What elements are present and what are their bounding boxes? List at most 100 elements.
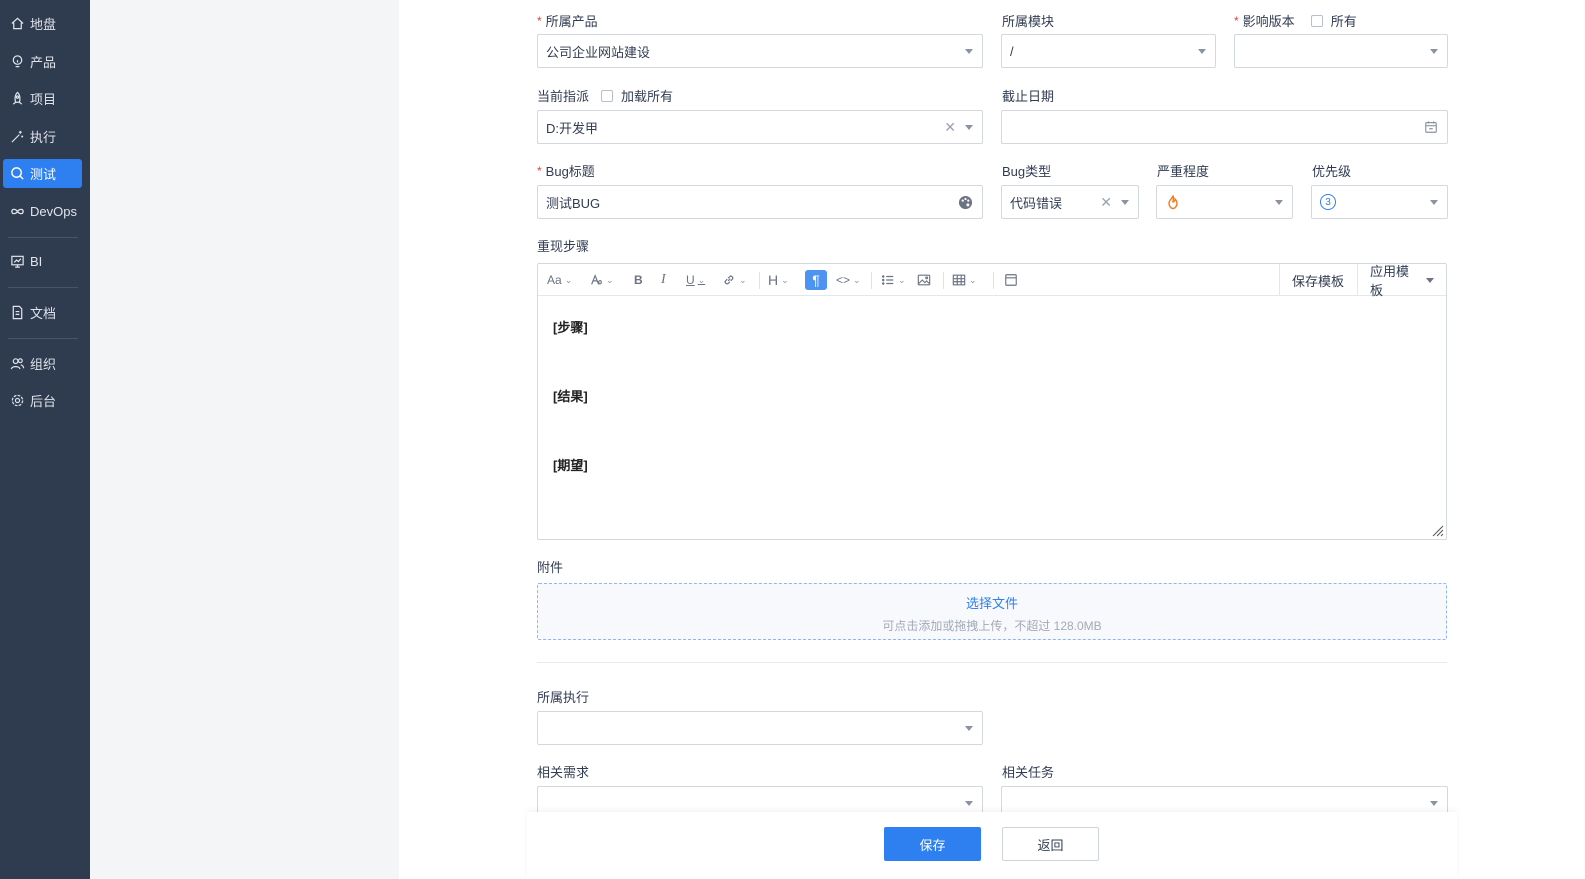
people-icon	[10, 358, 25, 370]
title-label: * Bug标题	[537, 163, 595, 180]
chevron-down-icon	[965, 125, 973, 130]
chevron-down-icon	[1275, 200, 1283, 205]
save-template-button[interactable]: 保存模板	[1279, 264, 1356, 296]
sidebar-item-label: 执行	[30, 130, 57, 145]
rocket-icon	[12, 91, 23, 105]
sidebar-item-label: 组织	[30, 357, 57, 372]
code-icon[interactable]: <> ⌄	[836, 270, 861, 290]
template-block-icon[interactable]	[1004, 270, 1018, 290]
chevron-down-icon	[965, 726, 973, 731]
gear-icon	[11, 394, 24, 407]
sidebar-item-label: 项目	[30, 92, 57, 107]
clear-icon[interactable]: ✕	[944, 120, 956, 134]
execution-label: 所属执行	[537, 690, 590, 705]
infinity-icon	[11, 208, 24, 215]
sidebar-item-test[interactable]: 测试	[3, 159, 82, 188]
apply-template-button[interactable]: 应用模板	[1357, 264, 1446, 298]
assignee-select[interactable]: D:开发甲 ✕	[537, 110, 983, 144]
load-all-checkbox[interactable]	[601, 89, 614, 102]
calendar-icon[interactable]	[1424, 120, 1438, 134]
sidebar-divider	[8, 338, 78, 339]
table-icon[interactable]: ⌄	[952, 270, 977, 290]
title-input[interactable]: 测试BUG	[537, 185, 983, 219]
section-divider	[537, 662, 1447, 663]
chevron-down-icon	[1430, 801, 1438, 806]
sidebar-item-org[interactable]: 组织	[3, 349, 82, 378]
sidebar-item-product[interactable]: 产品	[3, 47, 82, 76]
severity-select[interactable]	[1156, 185, 1293, 219]
sidebar-item-label: DevOps	[30, 204, 77, 219]
sidebar-divider	[8, 287, 78, 288]
heading-icon[interactable]: H ⌄	[768, 270, 789, 290]
chevron-down-icon	[1121, 200, 1129, 205]
color-palette-icon[interactable]	[958, 195, 973, 210]
toolbar-divider	[993, 272, 994, 289]
attachment-label: 附件	[537, 560, 564, 575]
bug-create-form: * 所属产品 公司企业网站建设 所属模块 / * 影响版本 所有 当前指派 加载…	[399, 0, 1585, 879]
link-icon[interactable]: ⌄	[722, 270, 747, 290]
chevron-down-icon	[965, 801, 973, 806]
wand-icon	[11, 130, 24, 143]
save-button[interactable]: 保存	[884, 827, 981, 861]
underline-icon[interactable]: U ⌄	[686, 270, 705, 290]
lightbulb-icon	[12, 55, 23, 68]
image-icon[interactable]	[917, 270, 931, 290]
sidebar-item-label: 产品	[30, 55, 57, 70]
priority-select[interactable]: 3	[1311, 185, 1448, 219]
chevron-down-icon	[1198, 49, 1206, 54]
sidebar-divider	[8, 237, 78, 238]
type-select[interactable]: 代码错误 ✕	[1001, 185, 1139, 219]
bullet-list-icon[interactable]: ⌄	[881, 270, 906, 290]
flame-icon	[1168, 195, 1178, 210]
priority-label: 优先级	[1312, 164, 1352, 179]
toolbar-divider	[871, 272, 872, 289]
font-size-icon[interactable]: Aa ⌄	[547, 270, 572, 290]
result-heading: [结果]	[553, 389, 588, 404]
sidebar-item-bi[interactable]: BI	[3, 247, 82, 276]
text-color-icon[interactable]: ⌄	[589, 270, 614, 290]
story-label: 相关需求	[537, 765, 590, 780]
file-dropzone[interactable]: 选择文件 可点击添加或拖拽上传，不超过 128.0MB	[537, 583, 1447, 640]
choose-file-link[interactable]: 选择文件	[538, 593, 1446, 612]
version-label: * 影响版本 所有	[1234, 13, 1357, 30]
chevron-down-icon	[1426, 277, 1434, 283]
clear-icon[interactable]: ✕	[1100, 195, 1112, 209]
sidebar-item-label: 地盘	[30, 17, 57, 32]
upload-hint: 可点击添加或拖拽上传，不超过 128.0MB	[882, 619, 1102, 633]
module-label: 所属模块	[1002, 14, 1055, 29]
required-mark: *	[537, 13, 542, 28]
sidebar-item-label: 测试	[30, 167, 57, 182]
priority-badge: 3	[1320, 194, 1336, 210]
search-icon	[11, 167, 24, 180]
chevron-down-icon	[1430, 49, 1438, 54]
sidebar-item-doc[interactable]: 文档	[3, 298, 82, 327]
sidebar: 地盘 产品 项目 执行 测试 DevOps BI 文档 组织 后台	[0, 0, 90, 879]
sidebar-item-dashboard[interactable]: 地盘	[3, 9, 82, 38]
execution-select[interactable]	[537, 711, 983, 745]
module-select[interactable]: /	[1001, 34, 1216, 68]
editor-toolbar: Aa ⌄ ⌄ B I U ⌄ ⌄ H ⌄ ¶ <> ⌄ ⌄ ⌄ 保存模板 应用模…	[538, 264, 1446, 298]
severity-label: 严重程度	[1157, 164, 1210, 179]
assignee-label: 当前指派 加载所有	[537, 89, 674, 104]
back-button[interactable]: 返回	[1002, 827, 1099, 861]
bold-icon[interactable]: B	[634, 270, 643, 290]
sidebar-item-project[interactable]: 项目	[3, 84, 82, 113]
sidebar-item-label: BI	[30, 254, 43, 269]
steps-rich-editor[interactable]: Aa ⌄ ⌄ B I U ⌄ ⌄ H ⌄ ¶ <> ⌄ ⌄ ⌄ 保存模板 应用模…	[537, 263, 1447, 540]
italic-icon[interactable]: I	[661, 270, 666, 290]
sidebar-item-execution[interactable]: 执行	[3, 122, 82, 151]
all-versions-checkbox[interactable]	[1310, 14, 1323, 27]
version-select[interactable]	[1234, 34, 1448, 68]
chevron-down-icon	[1430, 200, 1438, 205]
product-select[interactable]: 公司企业网站建设	[537, 34, 983, 68]
deadline-input[interactable]	[1001, 110, 1448, 144]
sidebar-item-label: 文档	[30, 306, 57, 321]
resize-handle-icon[interactable]	[1432, 525, 1444, 537]
form-footer: 保存 返回	[527, 812, 1457, 879]
sidebar-item-devops[interactable]: DevOps	[3, 197, 82, 226]
toolbar-divider	[943, 272, 944, 289]
sidebar-item-admin[interactable]: 后台	[3, 386, 82, 415]
document-icon	[12, 305, 23, 320]
paragraph-icon[interactable]: ¶	[805, 270, 827, 290]
expect-heading: [期望]	[553, 458, 588, 473]
